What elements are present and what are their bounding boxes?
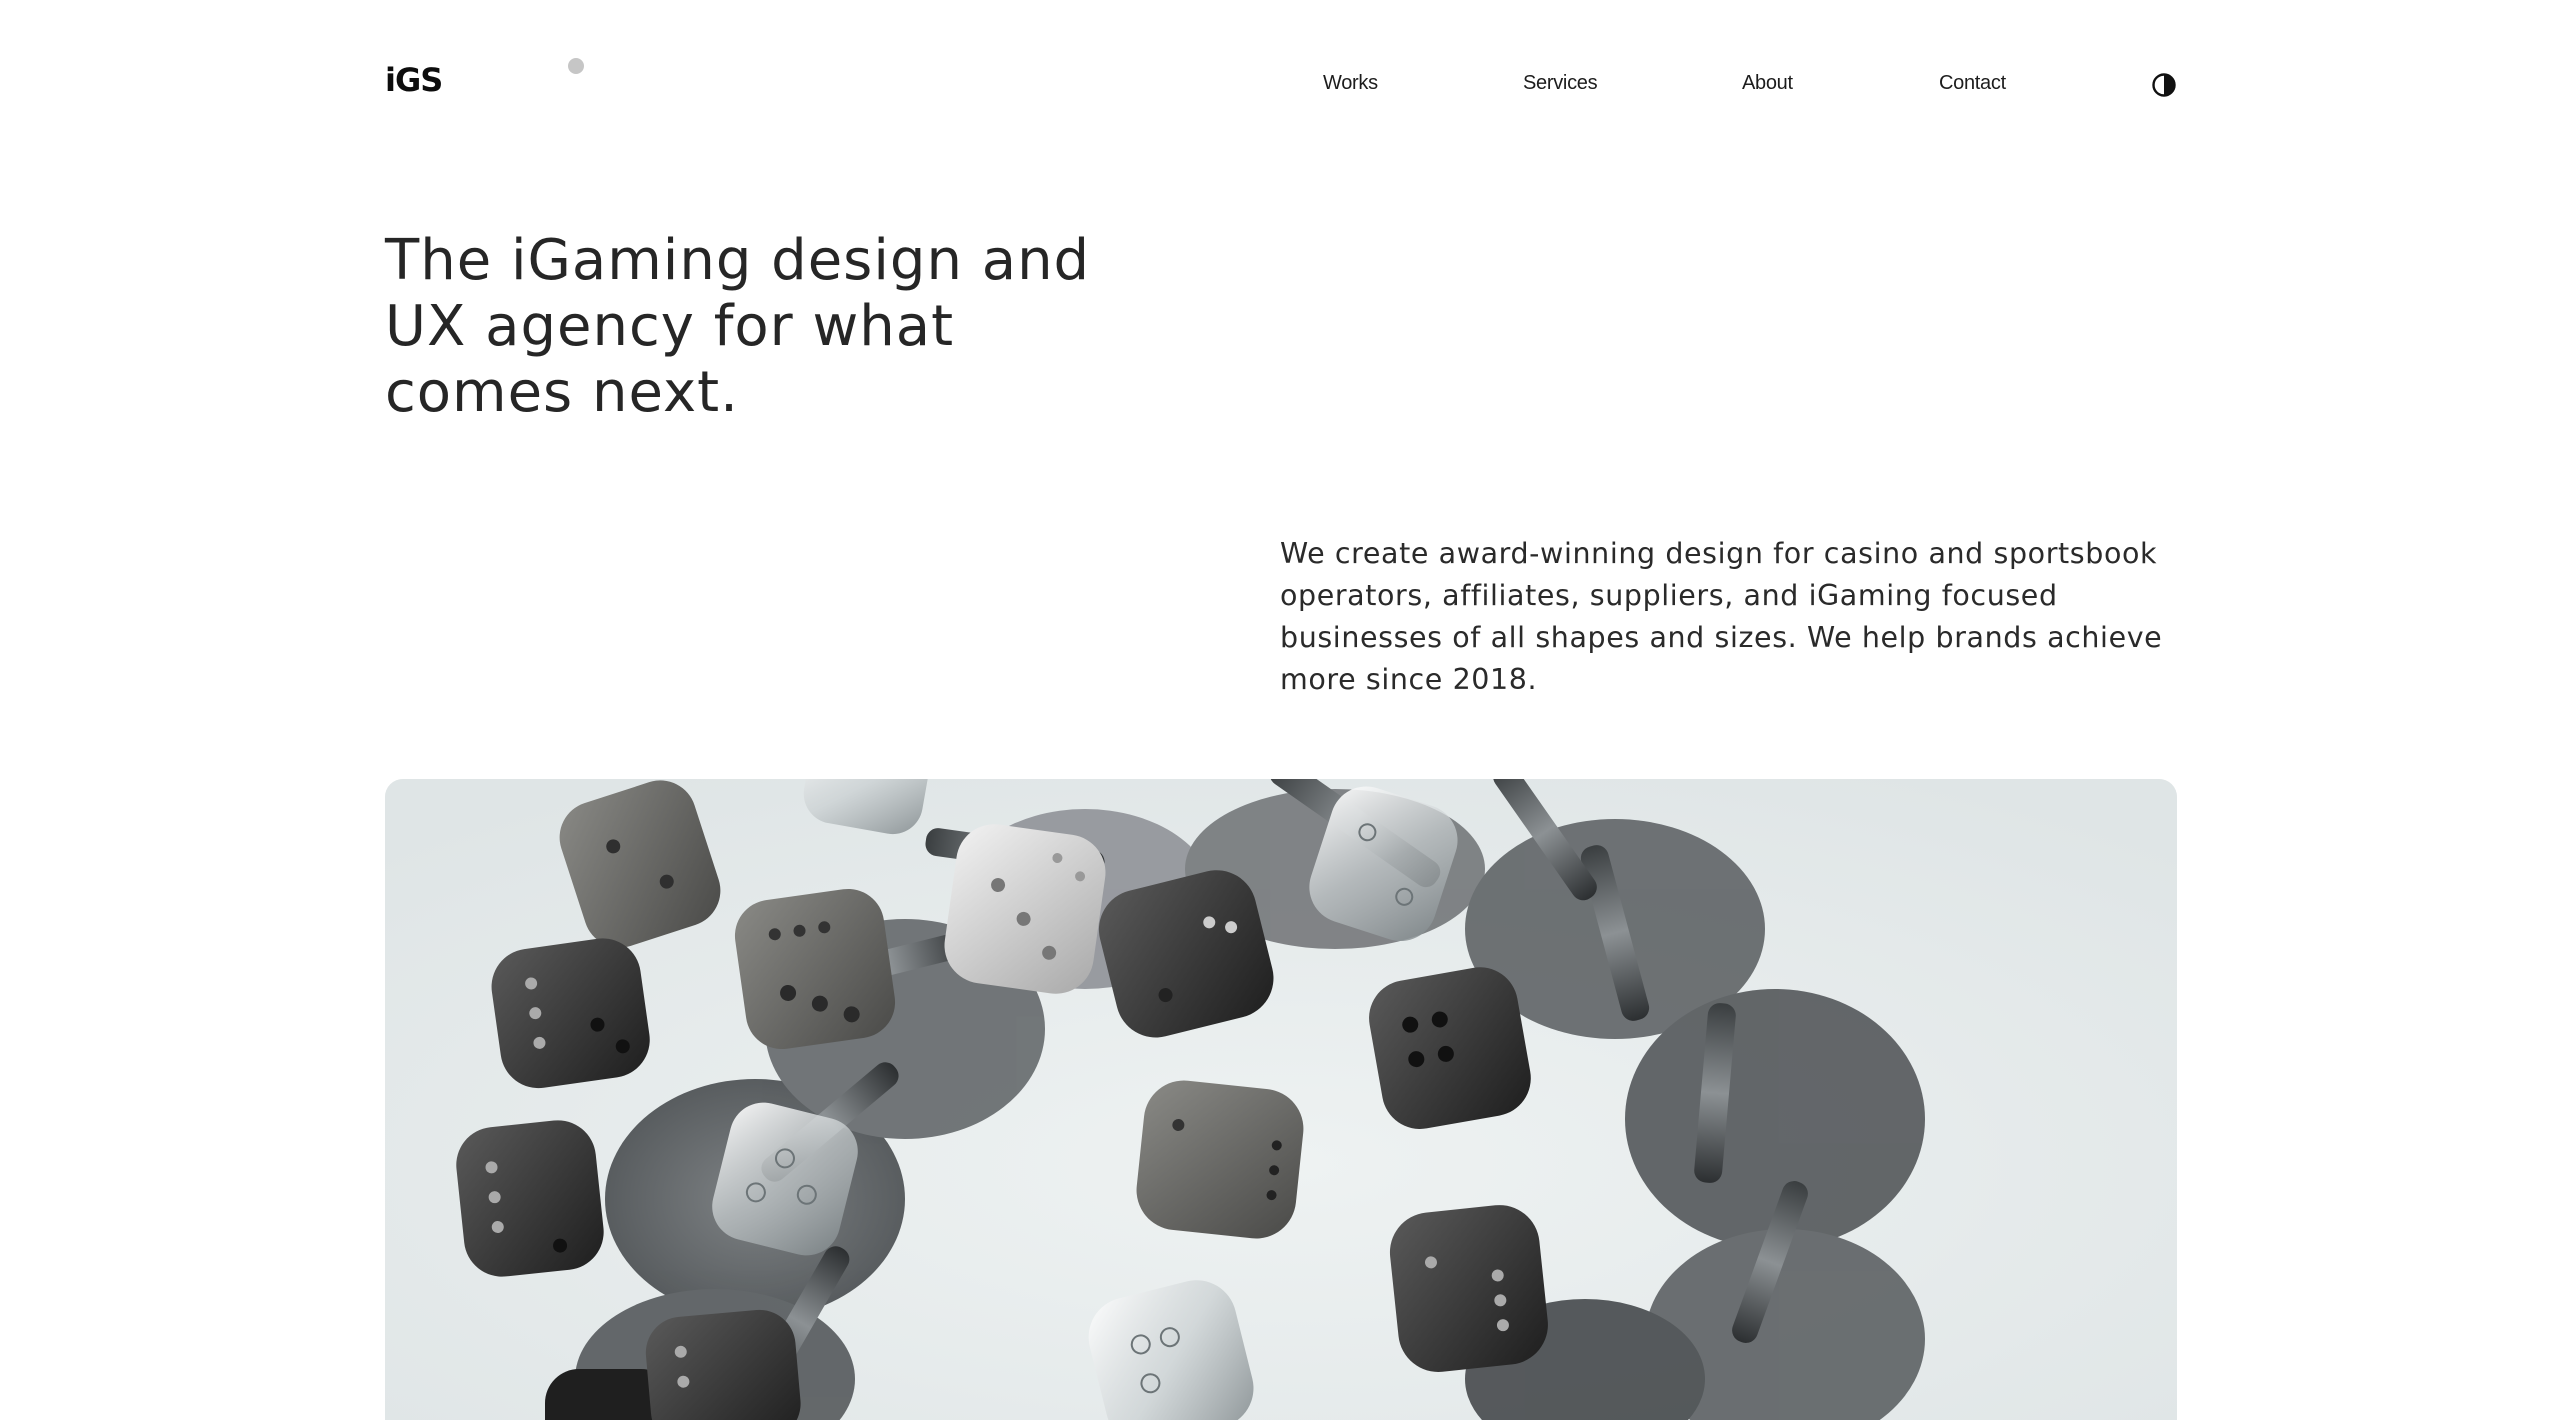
nav-contact-link[interactable]: Contact bbox=[1939, 72, 2006, 95]
dice-and-chips-ring-image bbox=[385, 779, 2177, 1420]
site-header: iGS Works Services About Contact bbox=[385, 52, 2177, 118]
logo[interactable]: iGS bbox=[385, 64, 443, 96]
cursor-dot bbox=[568, 58, 584, 74]
contrast-icon[interactable] bbox=[2151, 72, 2177, 98]
nav-about-link[interactable]: About bbox=[1742, 72, 1793, 95]
hero-description: We create award-winning design for casin… bbox=[1280, 537, 2163, 696]
nav-services-link[interactable]: Services bbox=[1523, 72, 1598, 95]
hero-headline: The iGaming design and UX agency for wha… bbox=[385, 228, 1091, 425]
nav-works-link[interactable]: Works bbox=[1323, 72, 1378, 95]
